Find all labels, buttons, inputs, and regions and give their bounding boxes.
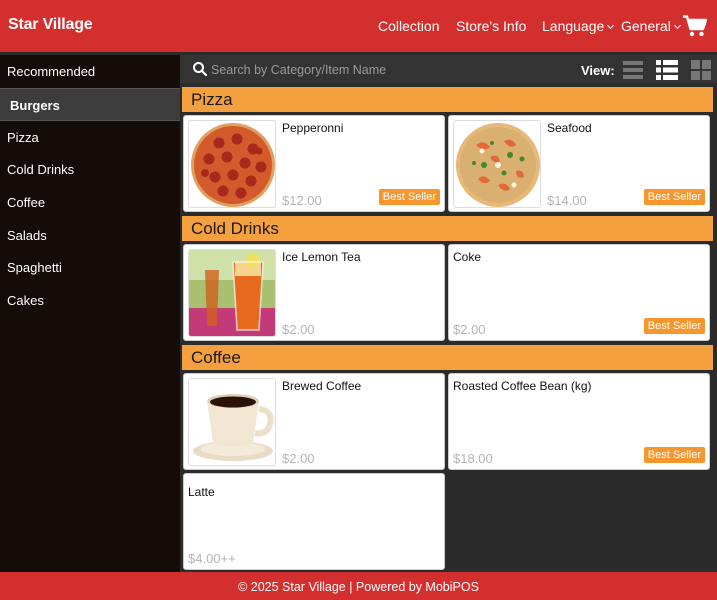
sidebar-item-recommended[interactable]: Recommended — [0, 55, 180, 88]
sidebar-item-burgers[interactable]: Burgers — [0, 88, 180, 121]
seafood-pizza-image — [453, 120, 541, 208]
item-name: Coke — [453, 250, 482, 264]
menu-item-card[interactable]: Latte $4.00++ — [183, 473, 445, 570]
grid-view-icon[interactable] — [689, 58, 713, 82]
category-header-cold-drinks: Cold Drinks — [182, 216, 713, 241]
coffee-cup-image — [188, 378, 276, 466]
menu-item-card[interactable]: Seafood $14.00 Best Seller — [448, 115, 710, 212]
item-name: Ice Lemon Tea — [282, 250, 361, 264]
sidebar-item-spaghetti[interactable]: Spaghetti — [0, 251, 180, 284]
sidebar-item-coffee[interactable]: Coffee — [0, 186, 180, 219]
search-input[interactable] — [211, 59, 511, 81]
list-view-icon[interactable] — [621, 58, 645, 82]
menu-item-card[interactable]: Ice Lemon Tea $2.00 — [183, 244, 445, 341]
iced-tea-glass-image — [188, 249, 276, 337]
nav-store-info[interactable]: Store's Info — [456, 18, 526, 34]
category-sidebar: Recommended Burgers Pizza Cold Drinks Co… — [0, 55, 180, 572]
best-seller-badge: Best Seller — [643, 189, 705, 205]
menu-item-card[interactable]: Roasted Coffee Bean (kg) $18.00 Best Sel… — [448, 373, 710, 470]
item-name: Brewed Coffee — [282, 379, 362, 393]
nav-collection[interactable]: Collection — [378, 18, 439, 34]
item-name: Seafood — [547, 121, 592, 135]
item-price: $2.00 — [453, 322, 486, 337]
search-bar: View: — [180, 55, 717, 83]
nav-language-label: Language — [542, 18, 605, 34]
item-price: $18.00 — [453, 451, 493, 466]
chevron-down-icon — [607, 21, 615, 30]
best-seller-badge: Best Seller — [643, 318, 705, 334]
item-name: Pepperonni — [282, 121, 344, 135]
best-seller-badge: Best Seller — [378, 189, 440, 205]
view-label: View: — [581, 63, 615, 78]
search-icon — [193, 62, 208, 77]
best-seller-badge: Best Seller — [643, 447, 705, 463]
nav-general-dropdown[interactable]: General — [621, 18, 681, 34]
menu-content: View: Pizza — [180, 52, 717, 572]
sidebar-item-pizza[interactable]: Pizza — [0, 121, 180, 154]
menu-item-card[interactable]: Brewed Coffee $2.00 — [183, 373, 445, 470]
item-price: $2.00 — [282, 322, 315, 337]
sidebar-item-cakes[interactable]: Cakes — [0, 284, 180, 317]
category-header-pizza: Pizza — [182, 87, 713, 112]
sidebar-item-cold-drinks[interactable]: Cold Drinks — [0, 153, 180, 186]
detailed-list-view-icon[interactable] — [655, 58, 679, 82]
sidebar-item-salads[interactable]: Salads — [0, 219, 180, 252]
category-header-coffee: Coffee — [182, 345, 713, 370]
brand-title[interactable]: Star Village — [8, 16, 93, 34]
nav-language-dropdown[interactable]: Language — [542, 18, 615, 34]
menu-item-card[interactable]: Coke $2.00 Best Seller — [448, 244, 710, 341]
shopping-cart-icon[interactable] — [683, 15, 707, 37]
app-header: Star Village Collection Store's Info Lan… — [0, 0, 717, 52]
footer: © 2025 Star Village | Powered by MobiPOS — [0, 572, 717, 600]
item-price: $2.00 — [282, 451, 315, 466]
pepperoni-pizza-image — [188, 120, 276, 208]
item-price: $4.00++ — [188, 551, 236, 566]
chevron-down-icon — [673, 21, 681, 30]
menu-item-card[interactable]: Pepperonni $12.00 Best Seller — [183, 115, 445, 212]
item-price: $14.00 — [547, 193, 587, 208]
nav-general-label: General — [621, 18, 671, 34]
item-price: $12.00 — [282, 193, 322, 208]
item-name: Latte — [188, 485, 215, 499]
item-name: Roasted Coffee Bean (kg) — [453, 379, 592, 393]
